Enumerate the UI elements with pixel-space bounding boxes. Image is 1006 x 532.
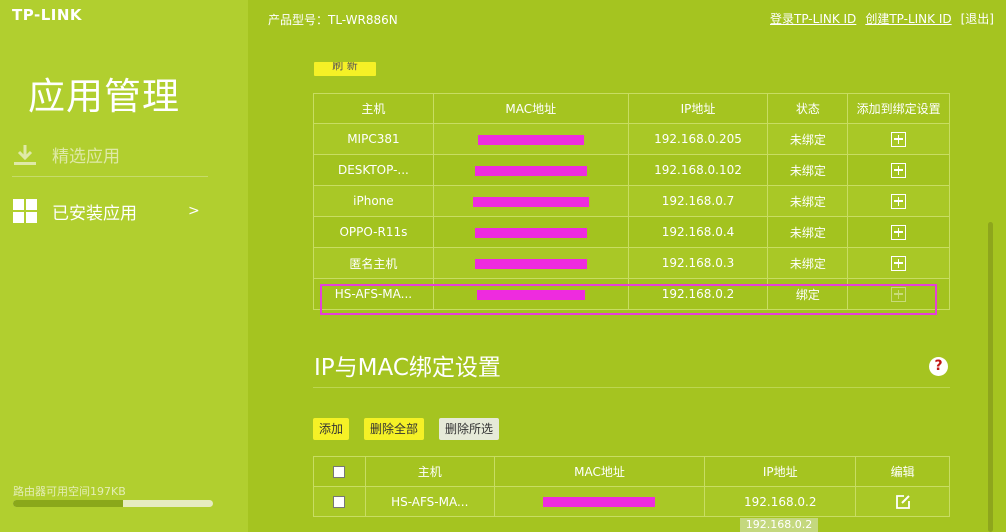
mac-address-redacted <box>432 216 629 248</box>
add-button[interactable]: 添加 <box>313 418 350 440</box>
mac-address-redacted <box>432 247 629 279</box>
redaction-mark <box>472 196 589 207</box>
row-select-cell <box>313 486 366 517</box>
mac-address-redacted <box>432 278 629 310</box>
logout-link[interactable]: [退出] <box>961 10 994 27</box>
bind-status: 未绑定 <box>767 185 849 217</box>
table-header-row: 主机 MAC地址 IP地址 状态 添加到绑定设置 <box>313 93 950 124</box>
host-name: MIPC381 <box>313 123 434 155</box>
sidebar-item-label: 已安装应用 <box>52 203 137 224</box>
plus-icon[interactable] <box>891 255 907 271</box>
refresh-button[interactable]: 刷 新 <box>314 62 376 76</box>
delete-selected-button[interactable]: 删除所选 <box>439 418 500 440</box>
host-name: 匿名主机 <box>313 247 434 279</box>
edit-cell <box>855 486 950 517</box>
plus-icon[interactable] <box>891 131 907 147</box>
table-row: DESKTOP-... 192.168.0.102 未绑定 <box>313 154 950 186</box>
ip-address: 192.168.0.2 <box>704 486 857 517</box>
column-header-add-binding: 添加到绑定设置 <box>847 93 950 124</box>
ip-address: 192.168.0.102 <box>627 154 769 186</box>
add-binding-cell <box>847 216 950 248</box>
table-row: MIPC381 192.168.0.205 未绑定 <box>313 123 950 155</box>
mac-address-redacted <box>432 185 629 217</box>
overflow-ip-ghost: 192.168.0.2 <box>740 518 818 532</box>
binding-section-title: IP与MAC绑定设置 <box>314 355 501 381</box>
add-binding-cell <box>847 154 950 186</box>
ip-address: 192.168.0.2 <box>627 278 769 310</box>
table-row: 匿名主机 192.168.0.3 未绑定 <box>313 247 950 279</box>
plus-icon[interactable] <box>891 193 907 209</box>
table-header-row: 主机 MAC地址 IP地址 编辑 <box>313 456 950 487</box>
ip-address: 192.168.0.205 <box>627 123 769 155</box>
bind-status: 未绑定 <box>767 216 849 248</box>
add-binding-cell <box>847 278 950 310</box>
bind-status: 未绑定 <box>767 247 849 279</box>
column-header-status: 状态 <box>767 93 849 124</box>
column-header-ip: IP地址 <box>704 456 857 487</box>
column-header-host: 主机 <box>313 93 434 124</box>
host-name: HS-AFS-MA... <box>364 486 495 517</box>
select-all-cell <box>313 456 366 487</box>
host-table: 主机 MAC地址 IP地址 状态 添加到绑定设置 MIPC381 192.168… <box>313 93 950 310</box>
bind-status: 绑定 <box>767 278 849 310</box>
host-name: iPhone <box>313 185 434 217</box>
ip-address: 192.168.0.4 <box>627 216 769 248</box>
column-header-ip: IP地址 <box>627 93 769 124</box>
sidebar-item-featured-apps[interactable]: 精选应用 <box>12 133 208 177</box>
app-management-title: 应用管理 <box>28 75 180 118</box>
redaction-mark <box>476 289 585 300</box>
table-row: OPPO-R11s 192.168.0.4 未绑定 <box>313 216 950 248</box>
delete-all-button[interactable]: 删除全部 <box>364 418 425 440</box>
mac-address-redacted <box>432 154 629 186</box>
host-name: OPPO-R11s <box>313 216 434 248</box>
plus-icon[interactable] <box>891 162 907 178</box>
table-row: HS-AFS-MA... 192.168.0.2 <box>313 486 950 517</box>
add-binding-cell <box>847 123 950 155</box>
mac-address-redacted <box>432 123 629 155</box>
column-header-mac: MAC地址 <box>432 93 629 124</box>
redaction-mark <box>477 134 584 145</box>
column-header-mac: MAC地址 <box>493 456 706 487</box>
redaction-mark <box>474 258 587 269</box>
column-header-host: 主机 <box>364 456 495 487</box>
add-binding-cell <box>847 185 950 217</box>
tp-link-logo: TP-LINK <box>12 6 83 24</box>
host-name: HS-AFS-MA... <box>313 278 434 310</box>
ip-address: 192.168.0.7 <box>627 185 769 217</box>
mac-address-redacted <box>493 486 706 517</box>
add-binding-cell <box>847 247 950 279</box>
storage-label: 路由器可用空间197KB <box>13 485 126 498</box>
redaction-mark <box>474 227 587 238</box>
plus-icon[interactable] <box>891 224 907 240</box>
edit-icon[interactable] <box>895 494 911 509</box>
bind-status: 未绑定 <box>767 154 849 186</box>
select-all-checkbox[interactable] <box>333 466 346 478</box>
row-checkbox[interactable] <box>333 496 346 508</box>
binding-table: 主机 MAC地址 IP地址 编辑 HS-AFS-MA... 192.168.0.… <box>313 456 950 517</box>
model-number: 产品型号：TL-WR886N <box>268 13 398 27</box>
storage-bar <box>13 500 213 507</box>
download-icon <box>12 142 38 168</box>
help-icon[interactable]: ? <box>929 357 948 376</box>
host-name: DESKTOP-... <box>313 154 434 186</box>
section-divider <box>313 387 950 388</box>
sidebar-item-label: 精选应用 <box>52 147 120 167</box>
redaction-mark <box>543 497 656 507</box>
login-link[interactable]: 登录TP-LINK ID <box>770 10 856 27</box>
scrollbar[interactable] <box>988 222 993 532</box>
table-row: iPhone 192.168.0.7 未绑定 <box>313 185 950 217</box>
redaction-mark <box>474 165 587 176</box>
storage-bar-fill <box>13 500 123 507</box>
chevron-right-icon: > <box>188 203 200 219</box>
header-links: 登录TP-LINK ID 创建TP-LINK ID [退出] <box>770 10 994 27</box>
plus-icon <box>891 286 907 302</box>
ip-address: 192.168.0.3 <box>627 247 769 279</box>
create-account-link[interactable]: 创建TP-LINK ID <box>865 10 951 27</box>
table-row: HS-AFS-MA... 192.168.0.2 绑定 <box>313 278 950 310</box>
sidebar-item-installed-apps[interactable]: 已安装应用 > <box>12 189 208 233</box>
bind-status: 未绑定 <box>767 123 849 155</box>
column-header-edit: 编辑 <box>855 456 950 487</box>
grid-icon <box>12 198 38 224</box>
sidebar: TP-LINK 应用管理 精选应用 已安装应用 > 路由器可用空间197KB <box>0 0 248 532</box>
